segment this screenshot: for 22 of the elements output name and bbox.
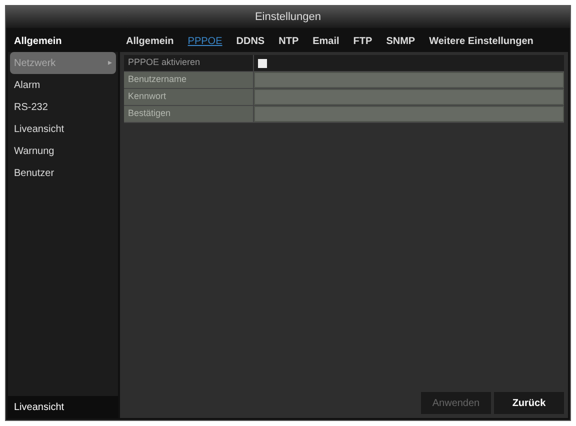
tab[interactable]: FTP	[353, 34, 372, 48]
sidebar-item[interactable]: Alarm	[8, 74, 118, 96]
tab[interactable]: SNMP	[386, 34, 416, 48]
checkbox[interactable]	[258, 58, 267, 68]
tab[interactable]: PPPOE	[188, 34, 222, 48]
input-field[interactable]	[254, 72, 564, 88]
field-label: PPPOE aktivieren	[124, 55, 254, 71]
sidebar-item[interactable]: RS-232	[8, 96, 118, 118]
sidebar-header: Allgemein	[8, 30, 118, 52]
action-button[interactable]: Zurück	[494, 392, 564, 414]
input-field[interactable]	[254, 89, 564, 105]
window-title: Einstellungen	[6, 6, 570, 28]
tab[interactable]: Email	[312, 34, 340, 48]
tab[interactable]: Allgemein	[126, 34, 174, 48]
tab[interactable]: Weitere Einstellungen	[429, 34, 534, 48]
tab[interactable]: DDNS	[236, 34, 265, 48]
sidebar-footer-button[interactable]: Liveansicht	[8, 396, 118, 418]
sidebar-item[interactable]: Benutzer	[8, 162, 118, 184]
input-field[interactable]	[254, 106, 564, 122]
tab[interactable]: NTP	[278, 34, 299, 48]
sidebar-item[interactable]: Warnung	[8, 140, 118, 162]
sidebar-item[interactable]: Liveansicht	[8, 118, 118, 140]
